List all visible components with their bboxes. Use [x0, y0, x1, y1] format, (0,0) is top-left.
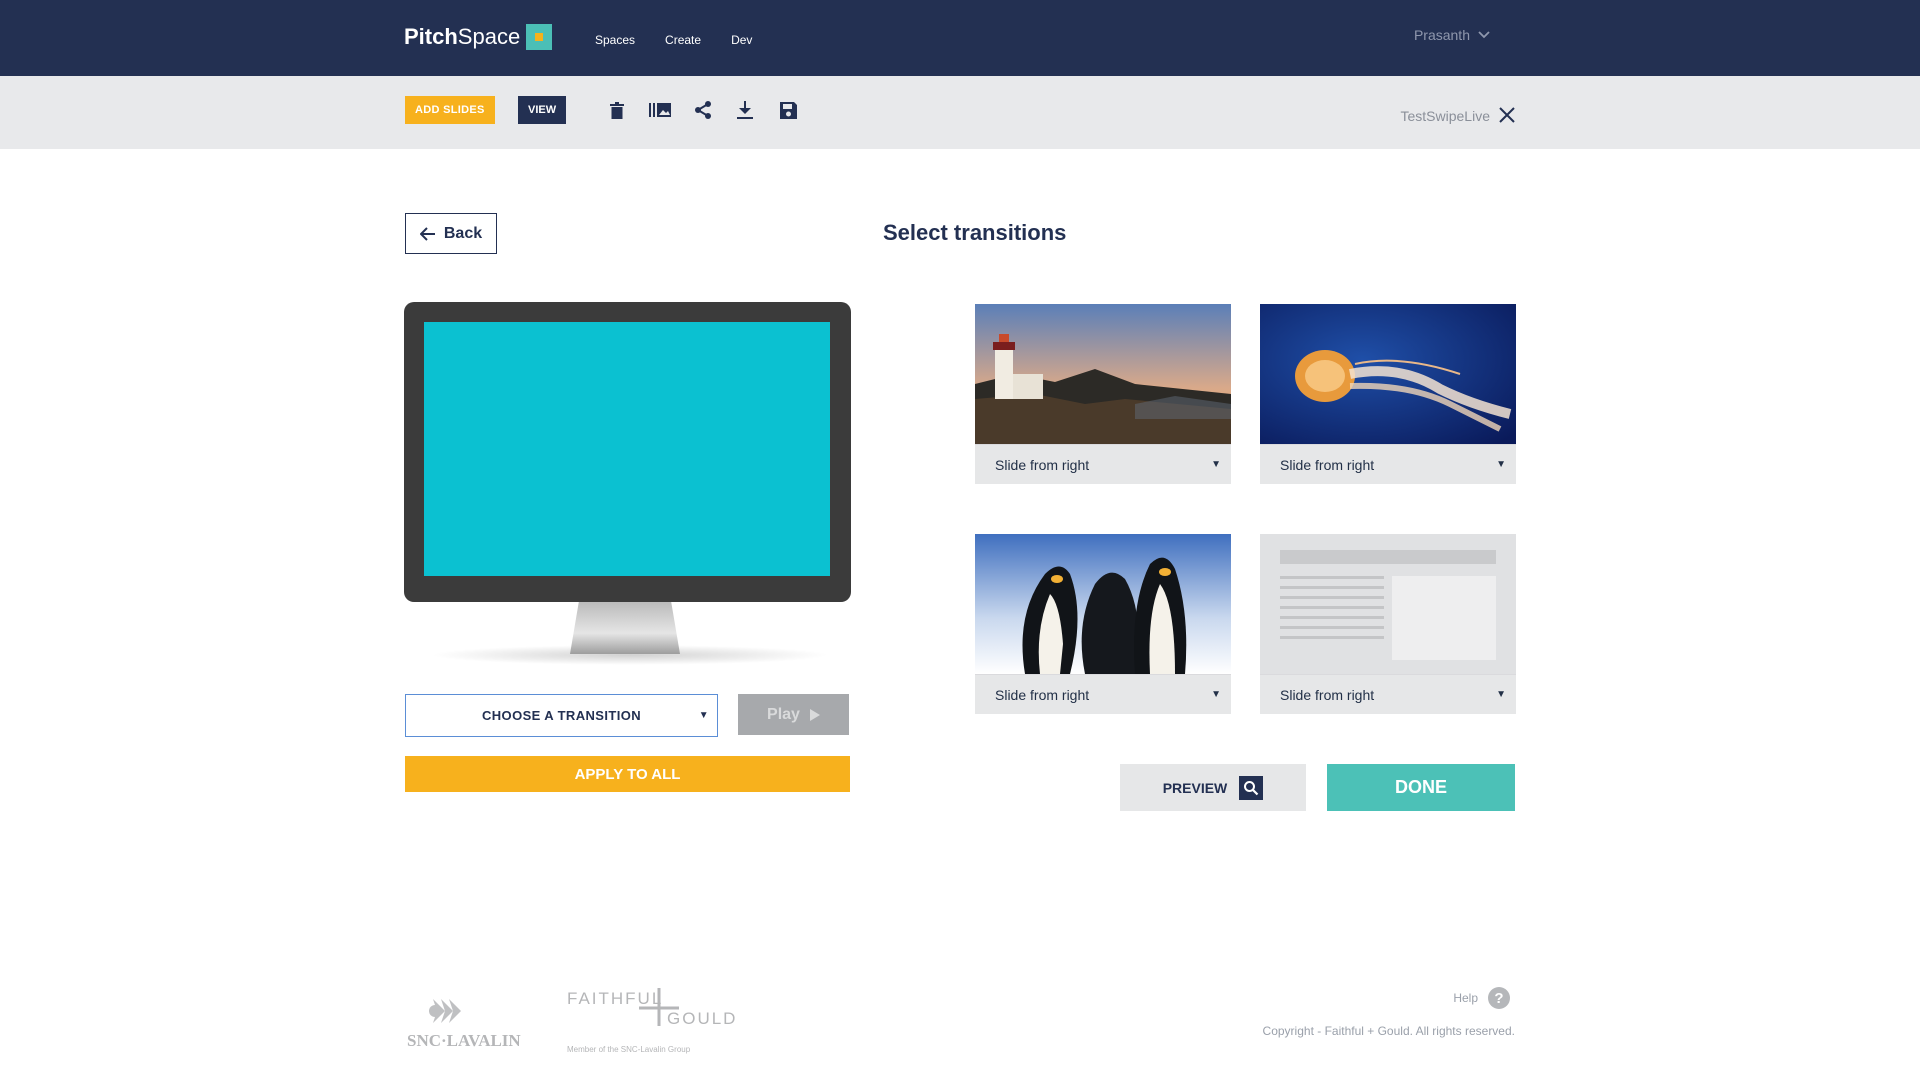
copyright-text: Copyright - Faithful + Gould. All rights…	[1262, 1024, 1515, 1038]
transition-select-1[interactable]: Slide from right ▼	[975, 444, 1231, 484]
transition-select-4[interactable]: Slide from right ▼	[1260, 674, 1516, 714]
transition-select-3[interactable]: Slide from right ▼	[975, 674, 1231, 714]
monitor-preview	[404, 302, 851, 602]
monitor-screen	[424, 322, 830, 576]
transition-value-3: Slide from right	[995, 686, 1090, 703]
transition-select-2[interactable]: Slide from right ▼	[1260, 444, 1516, 484]
apply-to-all-button[interactable]: APPLY TO ALL	[405, 756, 850, 792]
document-name: TestSwipeLive	[1400, 108, 1491, 124]
library-icon[interactable]	[646, 96, 674, 124]
share-icon[interactable]	[689, 96, 717, 124]
slide-card-2[interactable]: Slide from right ▼	[1260, 304, 1516, 484]
help-icon: ?	[1488, 987, 1510, 1009]
play-icon	[809, 708, 820, 721]
transition-value-1: Slide from right	[995, 456, 1090, 473]
preview-button[interactable]: PREVIEW	[1120, 764, 1306, 811]
save-icon[interactable]	[774, 96, 802, 124]
transition-value-2: Slide from right	[1280, 456, 1375, 473]
slide-card-4[interactable]: Slide from right ▼	[1260, 534, 1516, 714]
chevron-down-icon	[1478, 31, 1490, 39]
choose-transition-select[interactable]: CHOOSE A TRANSITION ▼	[405, 694, 718, 737]
lighthouse-image	[975, 304, 1231, 444]
svg-text:SNC·LAVALIN: SNC·LAVALIN	[407, 1031, 521, 1050]
play-button[interactable]: Play	[738, 694, 849, 735]
dropdown-arrow-icon: ▼	[1211, 689, 1221, 700]
page-title: Select transitions	[883, 220, 1067, 245]
play-label: Play	[767, 705, 800, 723]
user-menu[interactable]: Prasanth	[1414, 27, 1490, 43]
dropdown-arrow-icon: ▼	[1211, 459, 1221, 470]
editor-toolbar: ADD SLIDES VIEW TestSwipeLive	[0, 76, 1920, 149]
monitor-stand	[570, 602, 680, 654]
slide-card-1[interactable]: Slide from right ▼	[975, 304, 1231, 484]
brand-light: Space	[457, 24, 521, 49]
svg-text:Member of the SNC-Lavalin Grou: Member of the SNC-Lavalin Group	[567, 1045, 691, 1054]
nav-create[interactable]: Create	[665, 33, 701, 47]
penguins-image	[975, 534, 1231, 674]
brand-bold: Pitch	[404, 24, 458, 49]
help-link[interactable]: Help ?	[1453, 987, 1510, 1009]
view-button[interactable]: VIEW	[518, 96, 567, 124]
help-label: Help	[1453, 991, 1478, 1005]
top-navbar: PitchSpace Spaces Create Dev Prasanth	[0, 0, 1920, 76]
transition-value-4: Slide from right	[1280, 686, 1375, 703]
trash-icon[interactable]	[603, 96, 631, 124]
user-name: Prasanth	[1413, 27, 1470, 43]
close-icon[interactable]	[1498, 106, 1516, 124]
dropdown-arrow-icon: ▼	[1496, 459, 1506, 470]
nav-spaces[interactable]: Spaces	[595, 33, 635, 47]
done-button[interactable]: DONE	[1327, 764, 1515, 811]
preview-label: PREVIEW	[1162, 779, 1228, 796]
logo-square-icon	[526, 24, 553, 50]
svg-text:GOULD: GOULD	[667, 1009, 737, 1028]
choose-transition-label: CHOOSE A TRANSITION	[481, 708, 642, 723]
dropdown-arrow-icon: ▼	[698, 710, 709, 721]
main-nav: Spaces Create Dev	[595, 33, 752, 47]
snc-lavalin-logo: SNC·LAVALIN	[405, 993, 535, 1058]
search-icon	[1239, 775, 1264, 800]
faithful-gould-logo: FAITHFUL GOULD Member of the SNC-Lavalin…	[567, 986, 767, 1061]
jellyfish-image	[1260, 304, 1516, 444]
back-button[interactable]: Back	[405, 213, 497, 254]
back-label: Back	[443, 224, 483, 242]
svg-text:FAITHFUL: FAITHFUL	[567, 989, 663, 1008]
dropdown-arrow-icon: ▼	[1496, 689, 1506, 700]
nav-dev[interactable]: Dev	[731, 33, 752, 47]
add-slides-button[interactable]: ADD SLIDES	[405, 96, 495, 124]
arrow-left-icon	[419, 226, 435, 241]
slide-card-3[interactable]: Slide from right ▼	[975, 534, 1231, 714]
download-icon[interactable]	[731, 96, 759, 124]
pitchspace-logo[interactable]: PitchSpace	[404, 24, 553, 50]
text-layout-placeholder-image	[1260, 534, 1516, 674]
